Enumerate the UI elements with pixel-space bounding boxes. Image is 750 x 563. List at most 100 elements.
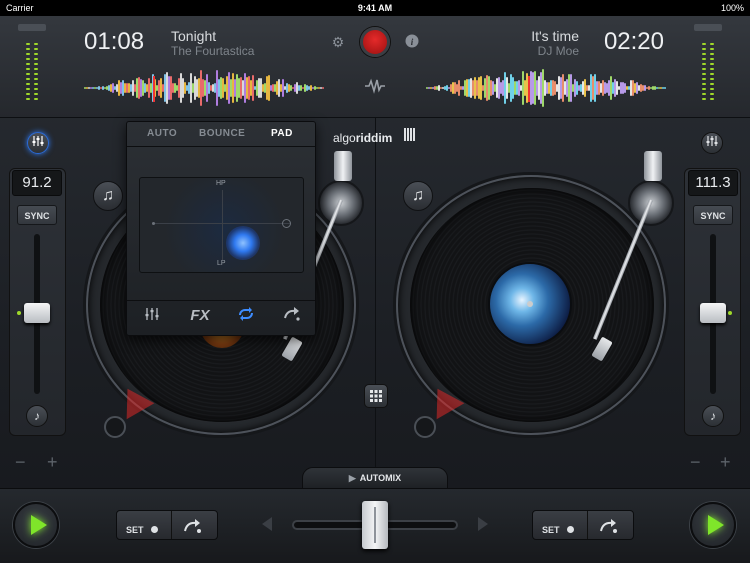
waveform-bar bbox=[282, 79, 284, 97]
waveform-bar bbox=[316, 87, 318, 89]
waveform-bar bbox=[246, 77, 248, 99]
fx-tab-pad[interactable]: PAD bbox=[271, 128, 293, 139]
record-button[interactable] bbox=[360, 27, 390, 57]
left-set-divider bbox=[171, 511, 172, 539]
waveform-bar bbox=[204, 80, 206, 96]
waveform-mode-icon[interactable] bbox=[364, 78, 386, 99]
waveform-bar bbox=[220, 77, 222, 99]
fx-button[interactable]: FX bbox=[185, 307, 215, 324]
right-music-note-icon[interactable]: ♪ bbox=[702, 405, 724, 427]
left-level-meter bbox=[18, 24, 46, 108]
left-music-note-icon[interactable]: ♪ bbox=[26, 405, 48, 427]
meter-led bbox=[710, 93, 714, 95]
waveform-bar bbox=[558, 76, 560, 100]
fx-tab-bounce[interactable]: BOUNCE bbox=[199, 128, 245, 139]
waveform-bar bbox=[458, 80, 460, 96]
left-pitch-slider-knob[interactable] bbox=[24, 303, 50, 323]
left-eq-mixer-icon[interactable] bbox=[27, 132, 49, 154]
fx-skip-icon[interactable] bbox=[281, 307, 303, 325]
info-icon[interactable]: i bbox=[403, 34, 421, 51]
right-plus-button[interactable]: + bbox=[720, 452, 731, 473]
waveform-bar bbox=[514, 81, 516, 95]
waveform-bar bbox=[188, 82, 190, 94]
right-sync-button[interactable]: SYNC bbox=[693, 205, 733, 225]
right-eq-mixer-icon[interactable] bbox=[701, 132, 723, 154]
right-add-music-icon[interactable]: ♫ bbox=[403, 181, 433, 211]
waveform-bar bbox=[508, 83, 510, 93]
waveform-bar bbox=[568, 74, 570, 102]
header-bar: 01:08 Tonight The Fourtastica ⚙ i It's t… bbox=[0, 16, 750, 118]
waveform-bar bbox=[604, 82, 606, 94]
meter-led bbox=[710, 43, 714, 45]
right-skip-icon[interactable] bbox=[599, 518, 619, 539]
waveform-bar bbox=[256, 80, 258, 96]
waveform-bar bbox=[542, 69, 544, 107]
fx-eq-sliders-icon[interactable] bbox=[141, 307, 163, 325]
waveform-bar bbox=[488, 76, 490, 100]
crossfader-right-arrow-icon[interactable] bbox=[478, 517, 488, 531]
left-add-music-icon[interactable]: ♫ bbox=[93, 181, 123, 211]
fx-tab-auto[interactable]: AUTO bbox=[147, 128, 177, 139]
right-play-button[interactable] bbox=[690, 502, 736, 548]
meter-led bbox=[710, 58, 714, 60]
waveform-bar bbox=[142, 80, 144, 96]
fx-loop-icon[interactable] bbox=[235, 307, 257, 325]
meter-led bbox=[710, 48, 714, 50]
settings-gear-icon[interactable]: ⚙ bbox=[329, 34, 347, 51]
waveform-bar bbox=[118, 80, 120, 96]
fx-pad-touch-point[interactable] bbox=[226, 226, 260, 260]
waveform-bar bbox=[150, 83, 152, 93]
crossfader-knob[interactable] bbox=[362, 501, 388, 549]
right-spindle bbox=[527, 301, 533, 307]
right-minus-button[interactable]: − bbox=[690, 452, 701, 473]
waveform-bar bbox=[560, 77, 562, 99]
meter-led bbox=[702, 53, 706, 55]
waveform-bar bbox=[302, 87, 304, 89]
meter-led bbox=[34, 58, 38, 60]
waveform-bar bbox=[482, 85, 484, 91]
waveform-bar bbox=[634, 83, 636, 93]
left-play-button[interactable] bbox=[13, 502, 59, 548]
waveform-bar bbox=[636, 82, 638, 94]
left-set-cue-button[interactable]: SET bbox=[126, 520, 158, 538]
waveform-bar bbox=[434, 86, 436, 90]
waveform-bar bbox=[110, 84, 112, 92]
waveform-bar bbox=[578, 85, 580, 91]
left-bpm-display[interactable]: 91.2 bbox=[12, 170, 62, 196]
right-pitch-slider-knob[interactable] bbox=[700, 303, 726, 323]
crossfader-left-arrow-icon[interactable] bbox=[262, 517, 272, 531]
waveform-bar bbox=[176, 85, 178, 91]
waveform-bar bbox=[522, 71, 524, 105]
meter-led bbox=[702, 48, 706, 50]
waveform-bar bbox=[650, 87, 652, 89]
left-start-stop-knob[interactable] bbox=[104, 416, 126, 438]
grid-menu-icon[interactable] bbox=[364, 384, 388, 408]
left-plus-button[interactable]: + bbox=[47, 452, 58, 473]
waveform-bar bbox=[446, 85, 448, 91]
waveform-bar bbox=[320, 87, 322, 89]
right-set-cue-button[interactable]: SET bbox=[542, 520, 574, 538]
left-waveform[interactable] bbox=[84, 70, 324, 106]
waveform-bar bbox=[484, 78, 486, 98]
waveform-bar bbox=[630, 80, 632, 96]
fx-xy-pad[interactable]: HP LP bbox=[139, 177, 304, 273]
waveform-bar bbox=[516, 81, 518, 95]
waveform-bar bbox=[652, 86, 654, 90]
waveform-bar bbox=[236, 74, 238, 102]
waveform-bar bbox=[238, 78, 240, 98]
waveform-bar bbox=[172, 83, 174, 93]
left-minus-button[interactable]: − bbox=[15, 452, 26, 473]
meter-led bbox=[34, 98, 38, 100]
automix-button[interactable]: ▶ AUTOMIX bbox=[302, 467, 448, 489]
waveform-bar bbox=[134, 84, 136, 92]
left-sync-button[interactable]: SYNC bbox=[17, 205, 57, 225]
left-skip-icon[interactable] bbox=[183, 518, 203, 539]
waveform-bar bbox=[174, 83, 176, 93]
meter-led bbox=[702, 43, 706, 45]
right-waveform[interactable] bbox=[426, 69, 666, 107]
left-track-title: Tonight bbox=[171, 28, 217, 44]
waveform-bar bbox=[216, 70, 218, 106]
right-start-stop-knob[interactable] bbox=[414, 416, 436, 438]
right-bpm-display[interactable]: 111.3 bbox=[688, 170, 738, 196]
right-track-title: It's time bbox=[531, 28, 579, 44]
